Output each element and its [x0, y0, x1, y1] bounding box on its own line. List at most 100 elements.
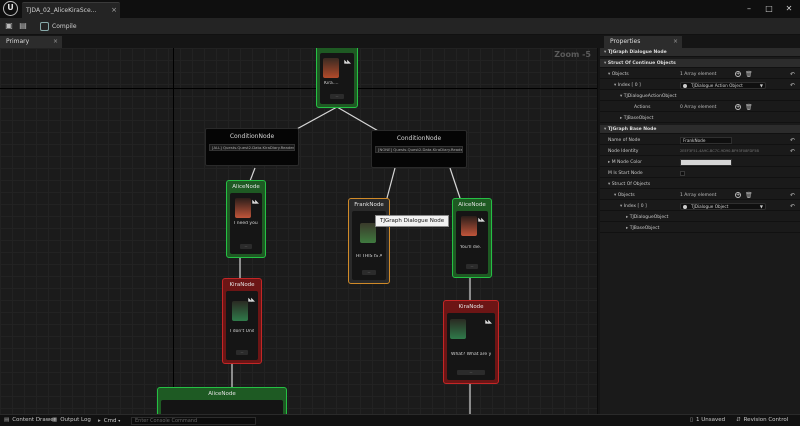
graph-node-top[interactable]: ◣◣ Kira.... —	[316, 48, 358, 108]
start-node-checkbox[interactable]	[680, 171, 685, 176]
color-swatch[interactable]	[680, 159, 732, 166]
node-add-button[interactable]: —	[240, 244, 252, 249]
unreal-logo-icon[interactable]: U	[3, 1, 18, 16]
tab-primary-close-icon[interactable]: ×	[53, 36, 58, 48]
prop-row-start: M Is Start Node	[600, 169, 800, 178]
drawer-icon: ▤	[4, 417, 10, 423]
graph-node-alice-3[interactable]: AliceNode	[157, 387, 287, 414]
graph-canvas[interactable]: Zoom -5 ◣◣ Kira.... — ConditionNode [ALL…	[0, 48, 598, 414]
close-window-button[interactable]: ✕	[782, 2, 796, 16]
node-text: You'll die.	[460, 245, 482, 250]
name-field[interactable]: FrankNode	[680, 137, 732, 144]
prop-row-index-2: ▾ Index [ 0 ] TJDialogue Object ▼ ↶	[600, 202, 800, 211]
trash-icon[interactable]: 🗑	[745, 103, 753, 112]
tab-properties[interactable]: Properties ×	[604, 36, 682, 48]
content-drawer-label: Content Drawer	[12, 417, 56, 423]
graph-node-frank[interactable]: FrankNode ◣◣ HI THIS IS A TEXT —	[348, 198, 390, 284]
reset-icon[interactable]: ↶	[790, 70, 795, 79]
condition-node-title: ConditionNode	[229, 133, 275, 140]
prop-label: M Is Start Node	[608, 171, 643, 176]
reset-icon[interactable]: ↶	[790, 191, 795, 200]
node-title: AliceNode	[232, 184, 260, 190]
graph-node-kira-2[interactable]: KiraNode ◣◣ What? What are you saying? —	[443, 300, 499, 384]
reset-icon[interactable]: ↶	[790, 81, 795, 90]
prop-value: 1 Array element	[680, 72, 717, 77]
prop-value: 0 Array element	[680, 105, 717, 110]
node-add-button[interactable]: —	[330, 94, 344, 99]
prop-label: ▸ TJBaseObject	[620, 116, 654, 121]
condition-field[interactable]: [ALL] Quests.Quest2.Data.KiraDiary.Reade…	[209, 144, 295, 151]
class-combo[interactable]: TJDialogue Object ▼	[680, 203, 766, 210]
output-log-button[interactable]: ▦ Output Log	[52, 415, 91, 426]
revision-icon: ⇵	[736, 417, 741, 423]
prop-label: ▾ Objects	[614, 193, 635, 198]
node-add-button[interactable]: —	[466, 264, 478, 269]
reset-icon[interactable]: ↶	[790, 147, 795, 156]
pins-icon: ◣◣	[478, 217, 485, 223]
prop-row-struct-objects[interactable]: ▾ Struct Of Objects	[600, 180, 800, 189]
prop-label: Name of Node	[608, 138, 641, 143]
prop-row-actions: Actions 0 Array element + 🗑	[600, 103, 800, 112]
terminal-icon: ▸	[98, 418, 101, 424]
title-bar: U TJDA_02_AliceKiraSce... × – □ ✕	[0, 0, 800, 18]
condition-field[interactable]: [NONE] Quests.Quest2.Data.KiraDiary.Read…	[375, 146, 463, 153]
trash-icon[interactable]: 🗑	[745, 70, 753, 79]
kira-portrait	[323, 58, 339, 78]
alice-portrait	[235, 198, 251, 218]
file-icon: ▯	[690, 417, 694, 423]
node-body	[161, 400, 283, 414]
maximize-button[interactable]: □	[762, 2, 776, 16]
browse-icon[interactable]: ▤	[18, 21, 28, 31]
prop-row-name: Name of Node FrankNode ↶	[600, 136, 800, 145]
class-combo[interactable]: TJDialogue Action Object ▼	[680, 82, 766, 89]
graph-node-alice-2[interactable]: AliceNode ◣◣ You'll die. —	[452, 198, 492, 278]
reset-icon[interactable]: ↶	[790, 202, 795, 211]
cmd-button[interactable]: ▸ Cmd ▾	[98, 415, 120, 426]
revision-control-button[interactable]: ⇵ Revision Control	[736, 415, 788, 426]
toolbar: ▣ ▤ Compile	[0, 18, 800, 35]
tab-properties-close-icon[interactable]: ×	[673, 36, 678, 48]
prop-row-objects: ▾ Objects 1 Array element + 🗑 ↶	[600, 70, 800, 79]
add-element-icon[interactable]: +	[735, 104, 741, 110]
minimize-button[interactable]: –	[742, 2, 756, 16]
tab-primary[interactable]: Primary ×	[0, 36, 62, 48]
connection-wires	[231, 106, 471, 414]
tab-primary-label: Primary	[6, 38, 30, 45]
add-element-icon[interactable]: +	[735, 71, 741, 77]
node-add-button[interactable]: —	[457, 370, 485, 375]
graph-node-kira-1[interactable]: KiraNode ◣◣ I don't Unders... —	[222, 278, 262, 364]
section-label: ▾ Struct Of Continue Objects	[604, 61, 676, 66]
unsaved-button[interactable]: ▯ 1 Unsaved	[690, 415, 725, 426]
reset-icon[interactable]: ↶	[790, 136, 795, 145]
add-element-icon[interactable]: +	[735, 192, 741, 198]
section-dialogue-node[interactable]: ▾ TJGraph Dialogue Node	[600, 48, 800, 57]
node-title: FrankNode	[354, 202, 384, 208]
trash-icon[interactable]: 🗑	[745, 191, 753, 200]
section-base-node[interactable]: ▾ TJGraph Base Node	[600, 125, 800, 134]
tab-close-icon[interactable]: ×	[111, 3, 117, 18]
class-icon	[683, 205, 687, 209]
compile-label: Compile	[52, 23, 77, 30]
graph-node-alice-1[interactable]: AliceNode ◣◣ I need you. —	[226, 180, 266, 258]
prop-row-subclass: ▾ TJDialogueActionObject	[600, 92, 800, 101]
unreal-editor-window: U TJDA_02_AliceKiraSce... × – □ ✕ ▣ ▤ Co…	[0, 0, 800, 426]
content-drawer-button[interactable]: ▤ Content Drawer	[4, 415, 56, 426]
condition-node-title: ConditionNode	[396, 135, 442, 142]
node-title: KiraNode	[229, 282, 255, 288]
console-command-input[interactable]: Enter Console Command	[131, 417, 256, 425]
section-label: ▾ TJGraph Dialogue Node	[604, 50, 667, 55]
node-body: ◣◣ What? What are you saying? —	[447, 313, 495, 380]
condition-node-right[interactable]: ConditionNode [NONE] Quests.Quest2.Data.…	[371, 130, 467, 168]
node-add-button[interactable]: —	[236, 350, 248, 355]
prop-label: ▸ TJDialogueObject	[626, 215, 669, 220]
section-label: ▾ TJGraph Base Node	[604, 127, 657, 132]
prop-row-baseobject-2: ▸ TJBaseObject	[600, 224, 800, 233]
node-body: ◣◣ Kira.... —	[320, 53, 354, 104]
condition-node-left[interactable]: ConditionNode [ALL] Quests.Quest2.Data.K…	[205, 128, 299, 166]
prop-value: 1 Array element	[680, 193, 717, 198]
node-add-button[interactable]: —	[362, 270, 376, 275]
compile-button[interactable]: Compile	[40, 20, 77, 33]
section-continue-objects[interactable]: ▾ Struct Of Continue Objects	[600, 59, 800, 68]
document-tab[interactable]: TJDA_02_AliceKiraSce... ×	[22, 2, 120, 18]
save-icon[interactable]: ▣	[4, 21, 14, 31]
